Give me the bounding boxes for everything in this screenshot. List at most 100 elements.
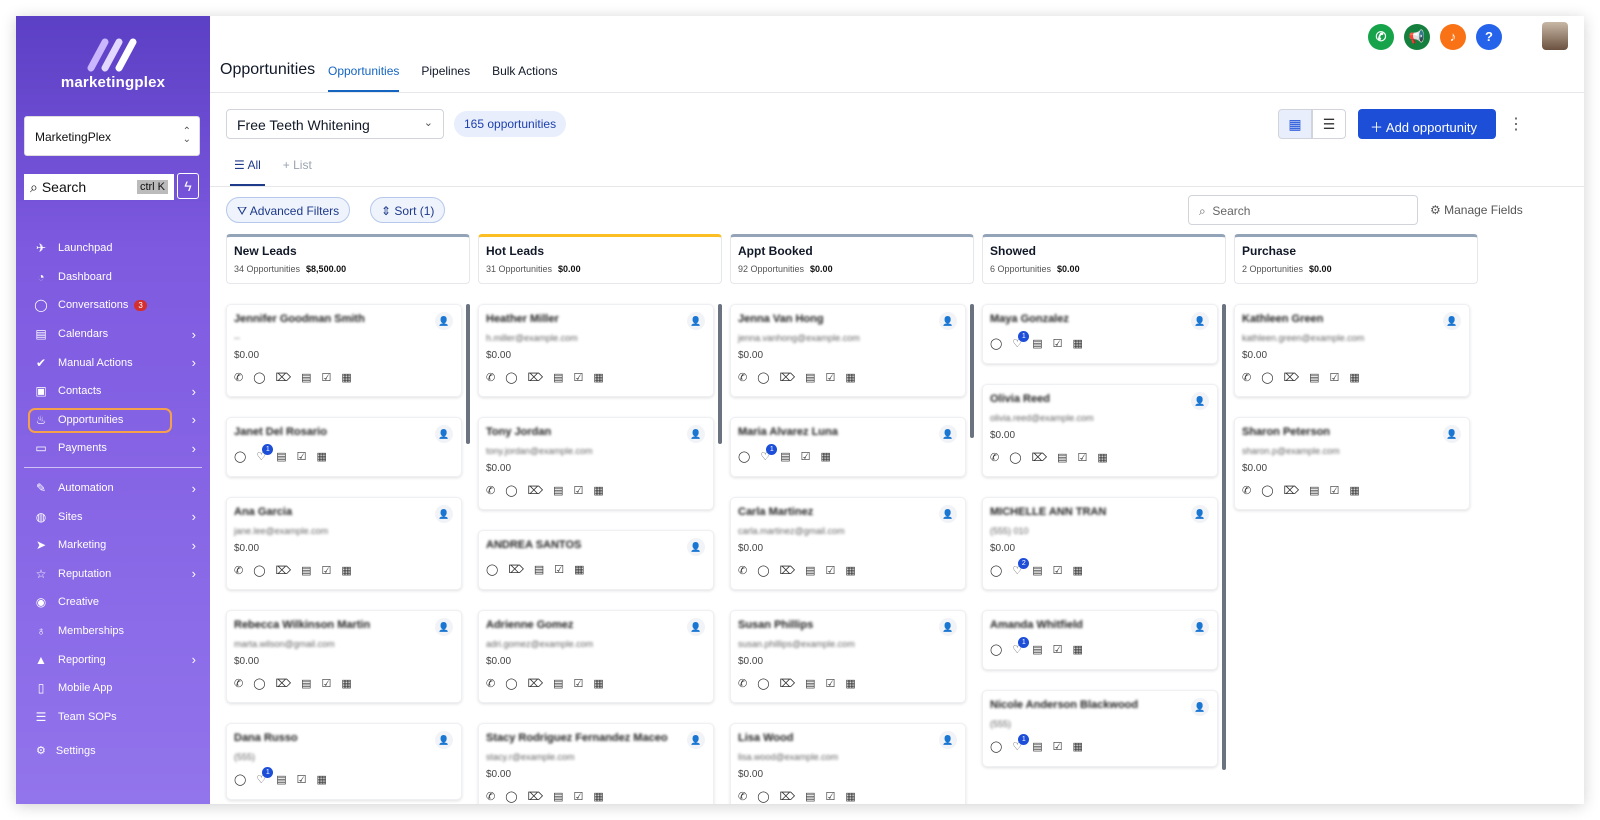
assign-user-icon[interactable]: 👤 [1191, 698, 1209, 716]
opportunity-card[interactable]: 👤 MICHELLE ANN TRAN (555) 010 $0.00 ◯ ♡ 2 ▤ ☑ ▦ [982, 497, 1218, 590]
task-icon[interactable]: ☑ [1053, 643, 1063, 656]
assign-user-icon[interactable]: 👤 [1191, 618, 1209, 636]
task-icon[interactable]: ☑ [322, 564, 332, 577]
note-icon[interactable]: ▤ [1309, 371, 1319, 384]
heart-icon[interactable]: ♡ 1 [760, 444, 778, 463]
chat-icon[interactable]: ◯ [486, 563, 498, 576]
sidebar-item-marketing[interactable]: ➤ Marketing › [16, 531, 210, 560]
assign-user-icon[interactable]: 👤 [435, 505, 453, 523]
logo[interactable]: marketingplex [16, 38, 210, 91]
add-opportunity-button[interactable]: ＋ Add opportunity [1358, 109, 1496, 139]
phone-icon[interactable]: ✆ [1242, 484, 1251, 497]
sidebar-item-creative[interactable]: ◉ Creative [16, 588, 210, 617]
chat-icon[interactable]: ◯ [253, 564, 265, 577]
chat-icon[interactable]: ◯ [234, 773, 246, 786]
chat-icon[interactable]: ◯ [757, 564, 769, 577]
opportunity-card[interactable]: 👤 Jenna Van Hong jenna.vanhong@example.com… [730, 304, 966, 397]
task-icon[interactable]: ☑ [1330, 371, 1340, 384]
phone-icon[interactable]: ✆ [990, 451, 999, 464]
sidebar-item-conversations[interactable]: ◯ Conversations 3 [16, 291, 210, 320]
phone-icon[interactable]: ✆ [234, 677, 243, 690]
tab-bulk-actions[interactable]: Bulk Actions [492, 64, 557, 92]
opportunity-card[interactable]: 👤 Sharon Peterson sharon.p@example.com $0.0… [1234, 417, 1470, 510]
chat-icon[interactable]: ◯ [1009, 451, 1021, 464]
tag-icon[interactable]: ⌦ [1032, 451, 1048, 464]
sidebar-item-mobile-app[interactable]: ▯ Mobile App [16, 674, 210, 703]
column-scrollbar[interactable] [1222, 304, 1226, 770]
calendar-icon[interactable]: ▦ [574, 563, 584, 576]
assign-user-icon[interactable]: 👤 [939, 505, 957, 523]
sidebar-item-reporting[interactable]: ▲ Reporting › [16, 645, 210, 674]
quick-actions-bolt-icon[interactable]: ϟ [177, 173, 199, 199]
calendar-icon[interactable]: ▦ [845, 371, 855, 384]
heart-icon[interactable]: ♡ 1 [1012, 734, 1030, 753]
chat-icon[interactable]: ◯ [505, 790, 517, 803]
task-icon[interactable]: ☑ [826, 790, 836, 803]
chat-icon[interactable]: ◯ [505, 677, 517, 690]
opportunity-card[interactable]: 👤 Adrienne Gomez adri.gomez@example.com $0.… [478, 610, 714, 703]
heart-icon[interactable]: ♡ 1 [256, 767, 274, 786]
tag-icon[interactable]: ⌦ [780, 677, 796, 690]
task-icon[interactable]: ☑ [826, 677, 836, 690]
calendar-icon[interactable]: ▦ [845, 564, 855, 577]
tab-pipelines[interactable]: Pipelines [421, 64, 470, 92]
chat-icon[interactable]: ◯ [505, 371, 517, 384]
heart-icon[interactable]: ♡ 1 [256, 444, 274, 463]
calendar-icon[interactable]: ▦ [593, 484, 603, 497]
sidebar-item-dashboard[interactable]: ◔ Dashboard [16, 263, 210, 292]
phone-icon[interactable]: ✆ [738, 677, 747, 690]
assign-user-icon[interactable]: 👤 [687, 618, 705, 636]
task-icon[interactable]: ☑ [297, 450, 307, 463]
note-icon[interactable]: ▤ [276, 450, 286, 463]
task-icon[interactable]: ☑ [322, 371, 332, 384]
note-icon[interactable]: ▤ [780, 450, 790, 463]
sidebar-item-calendars[interactable]: ▤ Calendars › [16, 320, 210, 349]
tag-icon[interactable]: ⌦ [780, 371, 796, 384]
calendar-icon[interactable]: ▦ [845, 790, 855, 803]
tag-icon[interactable]: ⌦ [276, 371, 292, 384]
task-icon[interactable]: ☑ [297, 773, 307, 786]
sidebar-item-payments[interactable]: ▭ Payments › [16, 434, 210, 463]
column-header[interactable]: New Leads 34 Opportunities $8,500.00 [226, 234, 470, 284]
assign-user-icon[interactable]: 👤 [939, 731, 957, 749]
opportunity-card[interactable]: 👤 Kathleen Green kathleen.green@example.co… [1234, 304, 1470, 397]
tag-icon[interactable]: ⌦ [780, 564, 796, 577]
task-icon[interactable]: ☑ [322, 677, 332, 690]
manage-fields-button[interactable]: ⚙ Manage Fields [1430, 203, 1523, 217]
task-icon[interactable]: ☑ [574, 677, 584, 690]
note-icon[interactable]: ▤ [553, 790, 563, 803]
sidebar-search[interactable]: ⌕ Search ctrl K [24, 174, 174, 200]
chat-icon[interactable]: ◯ [234, 450, 246, 463]
chat-icon[interactable]: ◯ [990, 337, 1002, 350]
chat-icon[interactable]: ◯ [757, 371, 769, 384]
calendar-icon[interactable]: ▦ [1072, 643, 1082, 656]
sidebar-item-settings[interactable]: ⚙ Settings [36, 744, 96, 758]
calendar-icon[interactable]: ▦ [593, 677, 603, 690]
sidebar-item-contacts[interactable]: ▣ Contacts › [16, 377, 210, 406]
note-icon[interactable]: ▤ [1309, 484, 1319, 497]
calendar-icon[interactable]: ▦ [593, 371, 603, 384]
assign-user-icon[interactable]: 👤 [1191, 505, 1209, 523]
more-options-icon[interactable]: ⋮ [1508, 114, 1524, 134]
task-icon[interactable]: ☑ [574, 371, 584, 384]
assign-user-icon[interactable]: 👤 [1443, 312, 1461, 330]
tag-icon[interactable]: ⌦ [528, 371, 544, 384]
heart-icon[interactable]: ♡ 2 [1012, 558, 1030, 577]
calendar-icon[interactable]: ▦ [820, 450, 830, 463]
assign-user-icon[interactable]: 👤 [1191, 312, 1209, 330]
task-icon[interactable]: ☑ [554, 563, 564, 576]
assign-user-icon[interactable]: 👤 [435, 731, 453, 749]
tag-icon[interactable]: ⌦ [276, 677, 292, 690]
opportunity-card[interactable]: 👤 Ana Garcia jane.lee@example.com $0.00 ✆ ◯ ⌦ ▤… [226, 497, 462, 590]
note-icon[interactable]: ▤ [301, 371, 311, 384]
assign-user-icon[interactable]: 👤 [435, 618, 453, 636]
phone-icon[interactable]: ✆ [738, 371, 747, 384]
note-icon[interactable]: ▤ [301, 677, 311, 690]
sidebar-item-sites[interactable]: ◍ Sites › [16, 502, 210, 531]
note-icon[interactable]: ▤ [276, 773, 286, 786]
phone-icon[interactable]: ✆ [486, 371, 495, 384]
grid-view-icon[interactable]: ▦ [1278, 109, 1312, 139]
opportunity-card[interactable]: 👤 Nicole Anderson Blackwood (555) ◯ ♡ 1 ▤ ☑ ▦ [982, 690, 1218, 767]
chat-icon[interactable]: ◯ [505, 484, 517, 497]
opportunity-card[interactable]: 👤 Janet Del Rosario ◯ ♡ 1 ▤ ☑ ▦ [226, 417, 462, 477]
